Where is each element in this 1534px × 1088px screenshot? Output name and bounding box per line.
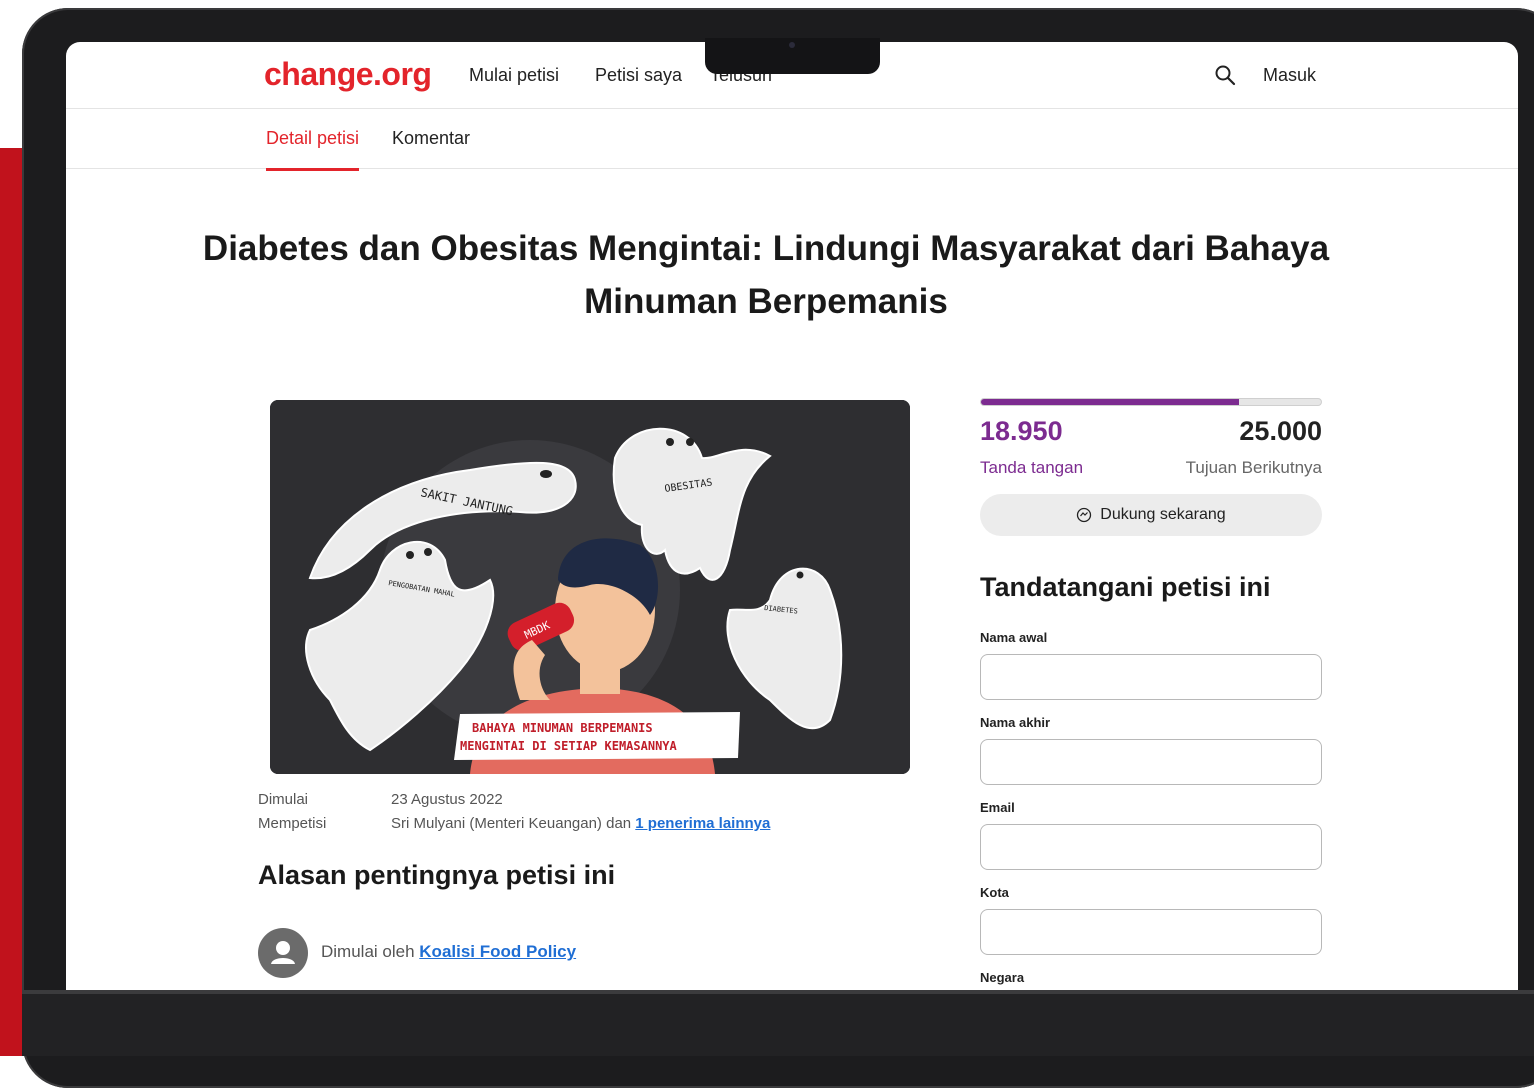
petition-illustration: SAKIT JANTUNG OBESITAS PENGOBATAN MAHAL … bbox=[270, 400, 910, 774]
camera-icon bbox=[789, 42, 795, 48]
illustration-banner: BAHAYA MINUMAN BERPEMANIS MENGINTAI DI S… bbox=[454, 712, 740, 760]
camera-notch bbox=[705, 38, 880, 74]
tab-petition-details[interactable]: Detail petisi bbox=[266, 128, 360, 171]
hands-icon bbox=[1077, 507, 1092, 523]
search-icon[interactable] bbox=[1214, 64, 1236, 86]
starter-link[interactable]: Koalisi Food Policy bbox=[419, 942, 576, 961]
signature-progress-bar bbox=[980, 398, 1322, 406]
country-label: Negara bbox=[980, 970, 1025, 985]
first-name-field[interactable] bbox=[980, 654, 1322, 700]
petition-meta: Dimulai 23 Agustus 2022 Mempetisi Sri Muly… bbox=[258, 788, 770, 836]
laptop-base bbox=[22, 990, 1534, 1056]
other-recipients-link[interactable]: 1 penerima lainnya bbox=[635, 815, 770, 832]
avatar bbox=[258, 928, 308, 978]
sign-form-heading: Tandatangani petisi ini bbox=[980, 572, 1271, 602]
petition-tabs: Detail petisi Komentar bbox=[66, 108, 1518, 171]
tab-comments[interactable]: Komentar bbox=[392, 128, 470, 149]
reason-heading: Alasan pentingnya petisi ini bbox=[258, 860, 616, 890]
login-link[interactable]: Masuk bbox=[1263, 65, 1316, 86]
user-icon bbox=[271, 941, 295, 964]
support-now-button[interactable]: Dukung sekarang bbox=[980, 494, 1322, 536]
petitioning-target: Sri Mulyani (Menteri Keuangan) dan bbox=[391, 815, 632, 832]
nav-start-petition[interactable]: Mulai petisi bbox=[469, 65, 559, 86]
started-label: Dimulai bbox=[258, 791, 309, 808]
last-name-field[interactable] bbox=[980, 739, 1322, 785]
last-name-label: Nama akhir bbox=[980, 715, 1051, 730]
email-field[interactable] bbox=[980, 824, 1322, 870]
signature-count-label: Tanda tangan bbox=[980, 458, 1084, 477]
started-date: 23 Agustus 2022 bbox=[391, 791, 503, 808]
signature-goal-label: Tujuan Berikutnya bbox=[1185, 458, 1322, 477]
started-by: Dimulai oleh Koalisi Food Policy bbox=[321, 942, 576, 962]
banner-line-1: BAHAYA MINUMAN BERPEMANIS bbox=[472, 721, 653, 735]
petition-image: SAKIT JANTUNG OBESITAS PENGOBATAN MAHAL … bbox=[270, 400, 910, 774]
browser-screen: change.org Mulai petisi Petisi saya Telu… bbox=[66, 42, 1518, 990]
signature-progress-fill bbox=[981, 399, 1239, 405]
banner-line-2: MENGINTAI DI SETIAP KEMASANNYA bbox=[460, 739, 678, 753]
nav-my-petitions[interactable]: Petisi saya bbox=[595, 65, 682, 86]
city-field[interactable] bbox=[980, 909, 1322, 955]
signature-count: 18.950 bbox=[980, 416, 1063, 446]
petitioning-label: Mempetisi bbox=[258, 815, 327, 832]
started-by-prefix: Dimulai oleh bbox=[321, 942, 415, 961]
first-name-label: Nama awal bbox=[980, 630, 1048, 645]
petition-title: Diabetes dan Obesitas Mengintai: Lindung… bbox=[202, 229, 1330, 321]
city-label: Kota bbox=[980, 885, 1009, 900]
signature-goal: 25.000 bbox=[1239, 416, 1322, 446]
change-org-logo[interactable]: change.org bbox=[264, 56, 432, 93]
email-label: Email bbox=[980, 800, 1015, 815]
support-now-label: Dukung sekarang bbox=[1100, 506, 1226, 523]
